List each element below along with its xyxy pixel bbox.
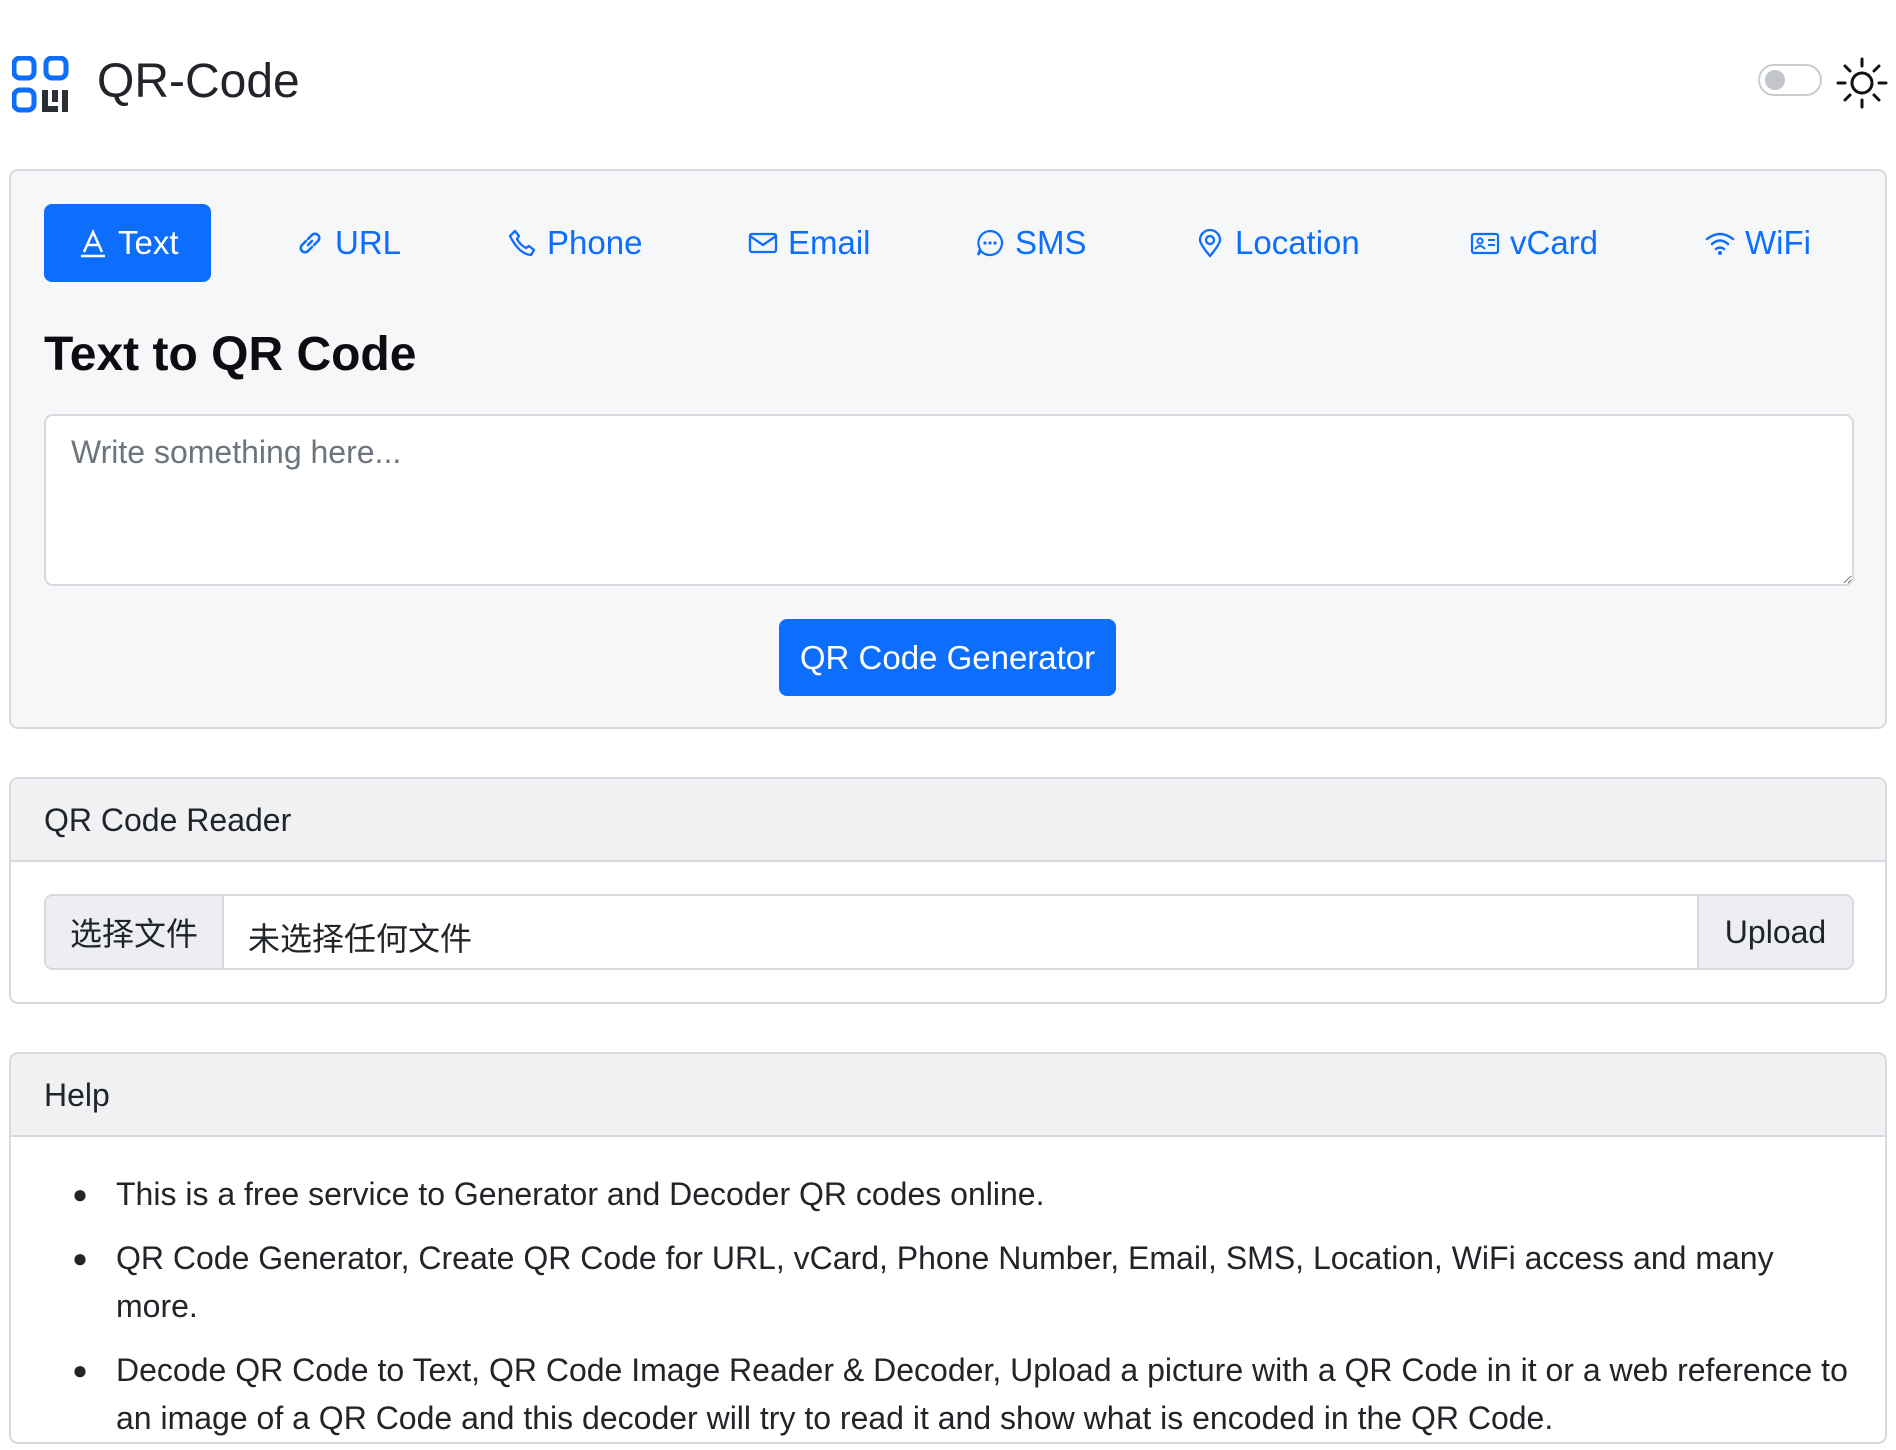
toggle-knob	[1765, 70, 1785, 90]
list-item-text: QR Code Generator, Create QR Code for UR…	[116, 1240, 1774, 1324]
list-item-text: Decode QR Code to Text, QR Code Image Re…	[116, 1352, 1848, 1436]
reader-header: QR Code Reader	[11, 779, 1885, 862]
help-header: Help	[11, 1054, 1885, 1137]
choose-file-button[interactable]: 选择文件	[46, 896, 224, 968]
list-item: ● Decode QR Code to Text, QR Code Image R…	[44, 1346, 1864, 1442]
tab-label: Email	[788, 224, 871, 261]
chat-dots-icon	[976, 229, 1004, 257]
file-name-text: 未选择任何文件	[248, 921, 473, 957]
tab-vcard[interactable]: vCard	[1438, 204, 1616, 282]
bullet-icon: ●	[72, 1243, 88, 1273]
sun-icon[interactable]	[1836, 57, 1888, 109]
generator-card: Text URL Phone Email SMS Location vCard …	[9, 169, 1887, 729]
tab-email[interactable]: Email	[716, 204, 889, 282]
font-icon	[81, 228, 105, 258]
help-list: ● This is a free service to Generator and…	[44, 1170, 1864, 1442]
help-title: Help	[44, 1077, 110, 1113]
tab-label: URL	[335, 224, 402, 261]
tab-location[interactable]: Location	[1163, 204, 1378, 282]
tab-wifi[interactable]: WiFi	[1673, 204, 1829, 282]
link-icon	[299, 232, 321, 254]
tab-label: Location	[1235, 224, 1360, 261]
app-header: QR-Code	[0, 0, 1896, 170]
tab-sms[interactable]: SMS	[943, 204, 1105, 282]
envelope-icon	[748, 232, 778, 254]
generator-title: Text to QR Code	[44, 328, 417, 381]
text-input[interactable]	[44, 414, 1854, 586]
tab-url[interactable]: URL	[263, 204, 419, 282]
phone-icon	[508, 229, 536, 257]
tab-text[interactable]: Text	[44, 204, 211, 282]
wifi-icon	[1705, 232, 1735, 255]
upload-button[interactable]: Upload	[1697, 896, 1852, 968]
theme-toggle-switch[interactable]	[1758, 64, 1822, 96]
person-vcard-icon	[1470, 232, 1500, 255]
tab-label: Phone	[547, 224, 643, 261]
tab-label: SMS	[1015, 224, 1087, 261]
reader-card: QR Code Reader 选择文件 未选择任何文件 Upload	[9, 777, 1887, 1004]
list-item-text: This is a free service to Generator and …	[116, 1176, 1045, 1212]
file-input-group: 选择文件 未选择任何文件 Upload	[44, 894, 1854, 970]
tab-label: vCard	[1510, 224, 1599, 261]
reader-title: QR Code Reader	[44, 802, 292, 838]
bullet-icon: ●	[72, 1355, 88, 1385]
list-item: ● QR Code Generator, Create QR Code for U…	[44, 1234, 1864, 1330]
app-title: QR-Code	[97, 55, 300, 108]
tab-label: Text	[118, 224, 179, 261]
qr-code-icon	[12, 56, 69, 113]
help-card: Help ● This is a free service to Generato…	[9, 1052, 1887, 1444]
bullet-icon: ●	[72, 1179, 88, 1209]
list-item: ● This is a free service to Generator and…	[44, 1170, 1864, 1218]
tab-label: WiFi	[1745, 224, 1811, 261]
generate-button[interactable]: QR Code Generator	[779, 619, 1116, 696]
tab-phone[interactable]: Phone	[475, 204, 660, 282]
geo-pin-icon	[1198, 228, 1222, 258]
